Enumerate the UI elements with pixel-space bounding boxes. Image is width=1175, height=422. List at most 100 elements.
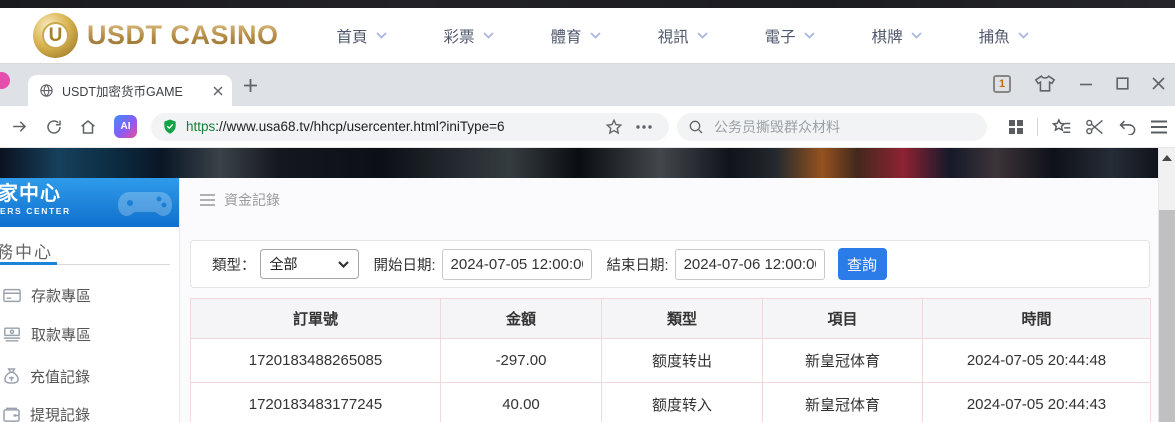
bookmark-star-icon[interactable]: [605, 118, 623, 136]
new-tab-icon[interactable]: [243, 78, 258, 93]
scissors-icon[interactable]: [1085, 118, 1105, 136]
nav-item-label: 視訊: [657, 28, 689, 46]
cell-type: 额度转入: [601, 382, 763, 422]
undo-icon[interactable]: [1118, 118, 1137, 135]
chevron-down-icon: [910, 32, 922, 39]
browser-tab-strip: USDT加密货币GAME 1: [0, 64, 1175, 106]
minimize-icon[interactable]: [1079, 77, 1093, 91]
scrollbar-thumb[interactable]: [1159, 210, 1175, 422]
sidebar-item-label: 提現記錄: [30, 406, 91, 422]
chevron-down-icon: [375, 32, 387, 39]
search-placeholder: 公务员撕毁群众材料: [714, 118, 840, 135]
shield-check-icon: [164, 119, 176, 134]
shirt-icon[interactable]: [1034, 74, 1056, 93]
nav-item-slots[interactable]: 電子: [765, 25, 815, 47]
sidebar-section-title: 務中心: [0, 243, 53, 262]
nav-item-label: 體育: [550, 28, 582, 46]
col-amount: 金額: [440, 298, 602, 339]
query-button[interactable]: 查詢: [837, 248, 887, 280]
sidebar-item-deposit[interactable]: 存款專區: [0, 277, 179, 313]
col-type: 類型: [601, 298, 763, 339]
start-date-label: 開始日期:: [373, 257, 436, 274]
page-title: 資金記錄: [200, 190, 280, 210]
type-label: 類型：: [212, 257, 256, 274]
chevron-down-icon: [696, 32, 708, 39]
table-row: 1720183488265085 -297.00 额度转出 新皇冠体育 2024…: [190, 338, 1151, 383]
nav-item-fishing[interactable]: 捕魚: [979, 25, 1029, 47]
favorites-list-icon[interactable]: [1051, 117, 1072, 136]
nav-item-label: 捕魚: [978, 28, 1010, 46]
sidebar-header: 家中心 ERS CENTER: [0, 178, 179, 227]
chevron-down-icon: [589, 32, 601, 39]
casino-nav: 首頁 彩票 體育 視訊 電子 棋牌 捕魚: [337, 25, 1029, 47]
col-time: 時間: [922, 298, 1151, 339]
casino-logo[interactable]: U USDT CASINO: [33, 13, 279, 58]
url-text: https://www.usa68.tv/hhcp/usercenter.htm…: [186, 119, 505, 134]
casino-header: U USDT CASINO 首頁 彩票 體育 視訊 電子 棋牌 捕魚: [0, 8, 1175, 64]
nav-item-video[interactable]: 視訊: [658, 25, 708, 47]
start-date-input[interactable]: [441, 248, 592, 280]
cell-time: 2024-07-05 20:44:43: [922, 382, 1151, 422]
window-close-icon[interactable]: [1152, 77, 1165, 90]
nav-item-home[interactable]: 首頁: [337, 25, 387, 47]
table-header-row: 訂單號 金額 類型 項目 時間: [190, 298, 1151, 339]
type-select[interactable]: 全部: [259, 249, 359, 279]
sidebar-item-label: 充值記錄: [30, 368, 91, 386]
nav-item-cards[interactable]: 棋牌: [872, 25, 922, 47]
browser-toolbar: AI https://www.usa68.tv/hhcp/usercenter.…: [0, 106, 1175, 148]
chevron-down-icon: [337, 260, 349, 268]
cell-order-id: 1720183483177245: [190, 382, 441, 422]
apps-grid-icon[interactable]: [1008, 119, 1024, 135]
forward-icon[interactable]: [10, 117, 29, 136]
sidebar-item-label: 存款專區: [31, 287, 92, 305]
refresh-icon[interactable]: [45, 118, 63, 136]
maximize-icon[interactable]: [1116, 77, 1129, 90]
close-icon[interactable]: [213, 86, 223, 96]
sidebar: 家中心 ERS CENTER 務中心 存款專區 取款專區 充值記錄 提現記錄: [0, 178, 180, 422]
chevron-down-icon: [803, 32, 815, 39]
ai-assistant-button[interactable]: AI: [114, 115, 137, 138]
toolbar-right-icons: [1008, 117, 1168, 136]
filter-panel: 類型： 全部 開始日期: 結束日期: 查詢: [190, 240, 1150, 288]
address-bar[interactable]: https://www.usa68.tv/hhcp/usercenter.htm…: [151, 112, 669, 141]
sidebar-item-withdraw-record[interactable]: 提現記錄: [0, 396, 179, 422]
logo-monogram: U: [42, 22, 69, 49]
type-select-value: 全部: [269, 256, 298, 272]
cell-order-id: 1720183488265085: [190, 338, 441, 383]
end-date-input[interactable]: [674, 248, 825, 280]
cell-project: 新皇冠体育: [762, 382, 923, 422]
nav-item-label: 首頁: [336, 28, 368, 46]
more-dots-icon[interactable]: [636, 124, 652, 129]
sidebar-item-withdraw[interactable]: 取款專區: [0, 316, 179, 352]
page-content: 家中心 ERS CENTER 務中心 存款專區 取款專區 充值記錄 提現記錄 資…: [0, 178, 1158, 422]
scroll-up-arrow-icon[interactable]: [1162, 155, 1172, 161]
nav-item-sports[interactable]: 體育: [551, 25, 601, 47]
moneybag-icon: [4, 368, 19, 384]
page-title-text: 資金記錄: [224, 192, 280, 208]
browser-search-box[interactable]: 公务员撕毁群众材料: [677, 112, 987, 141]
section-active-underline: [0, 262, 57, 265]
sidebar-item-recharge-record[interactable]: 充值記錄: [0, 358, 179, 394]
divider: [1037, 117, 1038, 136]
main-panel: 資金記錄 類型： 全部 開始日期: 結束日期: 查詢 訂單號: [181, 178, 1158, 422]
col-order-id: 訂單號: [190, 298, 441, 339]
page-scrollbar[interactable]: [1158, 148, 1175, 422]
hamburger-icon[interactable]: [1150, 120, 1168, 134]
nav-item-label: 彩票: [443, 28, 475, 46]
browser-tab[interactable]: USDT加密货币GAME: [28, 75, 232, 106]
sidebar-item-label: 取款專區: [31, 326, 92, 344]
wallet-icon: [3, 407, 20, 422]
page-top-dark-strip: [0, 0, 1175, 8]
col-project: 項目: [762, 298, 923, 339]
url-rest: ://www.usa68.tv/hhcp/usercenter.html?ini…: [215, 119, 505, 134]
end-date-label: 結束日期:: [606, 257, 669, 274]
screen: U USDT CASINO 首頁 彩票 體育 視訊 電子 棋牌 捕魚 USDT加…: [0, 0, 1175, 422]
nav-item-lottery[interactable]: 彩票: [444, 25, 494, 47]
nav-item-label: 棋牌: [871, 28, 903, 46]
tab-count-badge[interactable]: 1: [993, 74, 1011, 93]
cell-type: 额度转出: [601, 338, 763, 383]
url-scheme: https: [186, 119, 216, 134]
globe-icon: [40, 84, 53, 97]
profile-avatar[interactable]: [0, 72, 10, 89]
home-icon[interactable]: [79, 118, 97, 136]
